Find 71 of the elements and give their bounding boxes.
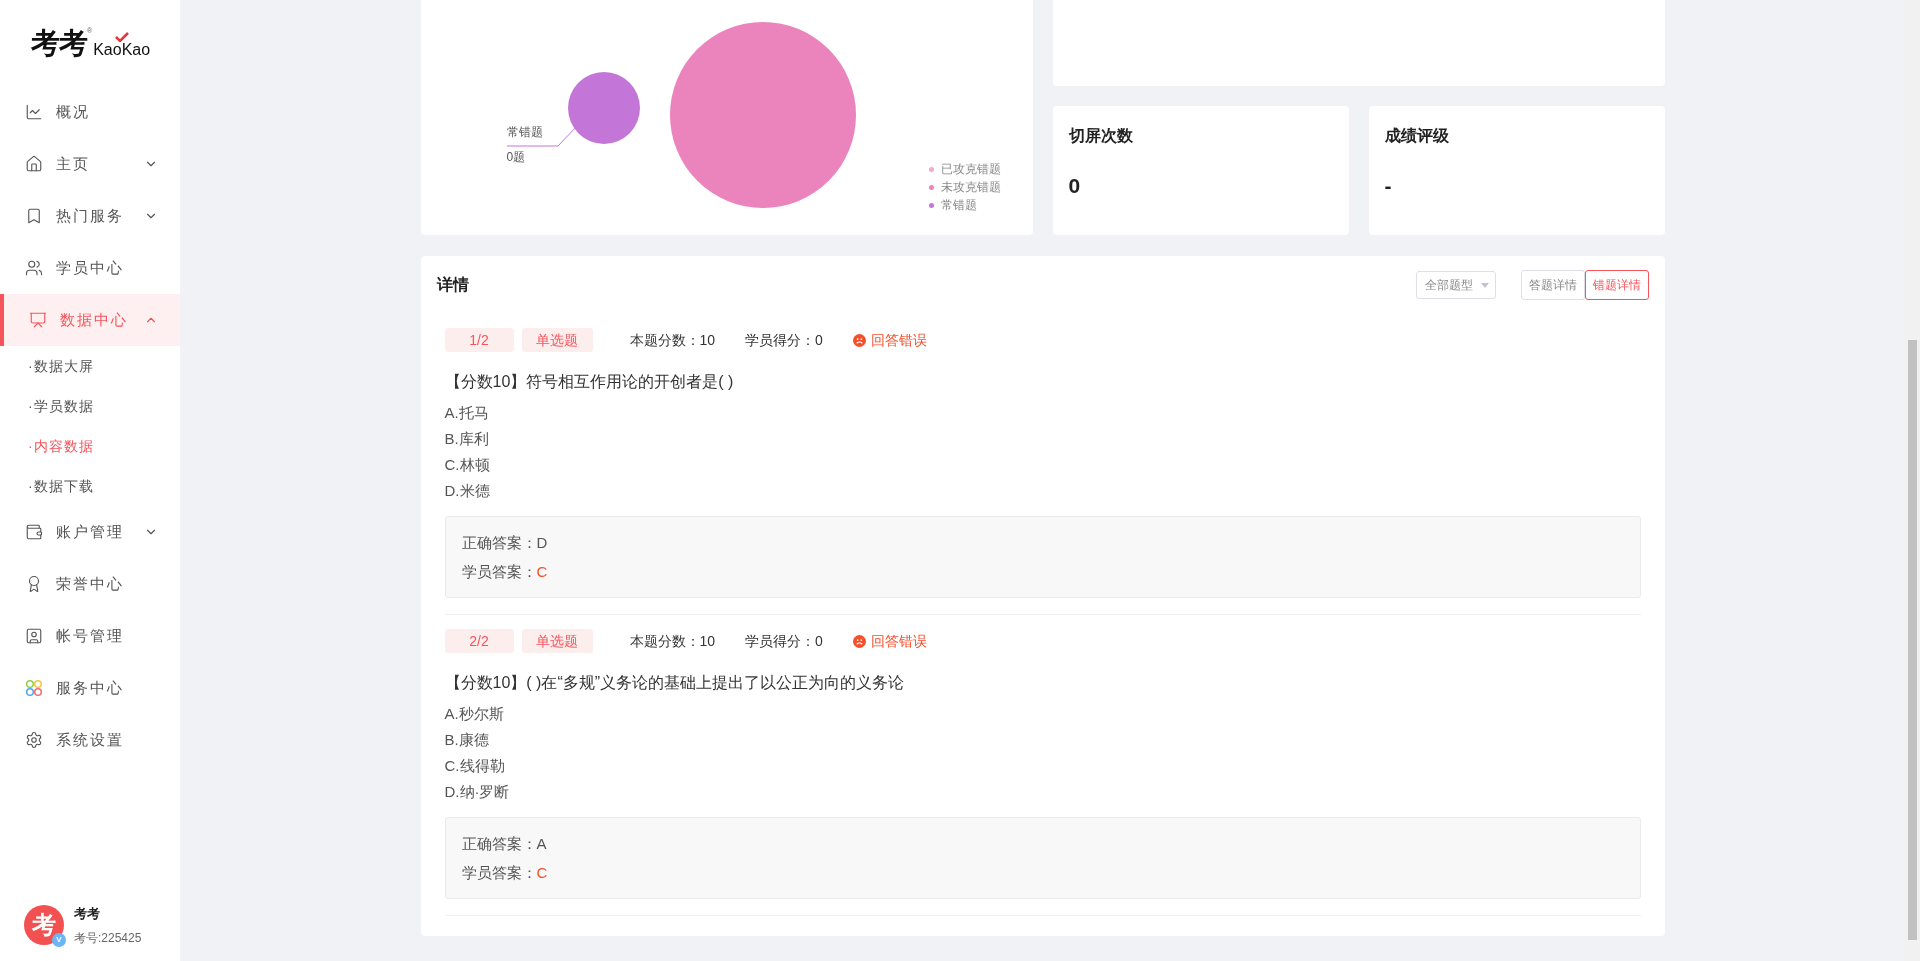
answer-option: D.米德 (444, 478, 490, 504)
sidebar-item[interactable]: 热门服务 (0, 190, 180, 242)
dropdown-caret-icon (1480, 282, 1489, 288)
correct-answer: A (536, 834, 547, 854)
answer-option: B.康德 (444, 727, 489, 753)
question-type-tag: 单选题 (521, 629, 593, 653)
correct-answer-label: 正确答案： (461, 533, 537, 553)
logo-text: 考考 (31, 28, 87, 58)
submenu-item[interactable]: ·数据大屏 (0, 346, 180, 386)
id-card-icon (25, 627, 43, 645)
question-type-tag: 单选题 (521, 328, 593, 352)
bubble-label: 常错题 (506, 126, 543, 138)
submenu-item[interactable]: ·数据下载 (0, 466, 180, 506)
answer-option: B.库利 (444, 426, 489, 452)
panel-title: 详情 (436, 275, 469, 295)
view-tab[interactable]: 答题详情 (1520, 270, 1585, 300)
sidebar-item[interactable]: 账户管理 (0, 506, 180, 558)
question-number-tag: 1/2 (444, 328, 514, 352)
student-answer-label: 学员答案： (461, 562, 537, 582)
question-text: 【分数10】符号相互作用论的开创者是( ) (444, 372, 735, 392)
student-answer-label: 学员答案： (461, 863, 537, 883)
circles-icon (25, 679, 43, 697)
legend-label: 已攻克错题 (940, 163, 1001, 175)
wallet-icon (25, 523, 43, 541)
frown-icon (852, 333, 866, 347)
frown-icon (852, 634, 866, 648)
question-type-select[interactable]: 全部题型 (1415, 271, 1496, 299)
check-icon (114, 32, 129, 42)
chart-icon (25, 103, 43, 121)
answer-option: D.纳·罗断 (444, 779, 510, 805)
sidebar-item[interactable]: 荣誉中心 (0, 558, 180, 610)
user-name: 考考 (74, 904, 101, 923)
stat-value: - (1384, 173, 1392, 199)
home-icon (25, 155, 43, 173)
legend-label: 未攻克错题 (940, 181, 1001, 193)
question-score: 本题分数：10 (629, 330, 716, 350)
sidebar-item[interactable]: 服务中心 (0, 662, 180, 714)
question-text: 【分数10】( )在“多规”义务论的基础上提出了以公正为向的义务论 (444, 673, 906, 693)
legend-label: 常错题 (940, 199, 977, 211)
student-score: 学员得分：0 (745, 631, 823, 651)
settings-icon (25, 731, 43, 749)
bubble-value: 0题 (506, 151, 526, 163)
sidebar-item[interactable]: 概况 (0, 86, 180, 138)
answer-option: A.秒尔斯 (444, 701, 504, 727)
student-answer: C (536, 562, 548, 582)
correct-answer-label: 正确答案： (461, 834, 537, 854)
answer-status: 回答错误 (870, 631, 927, 651)
student-score: 学员得分：0 (745, 330, 823, 350)
scrollbar-thumb[interactable] (1908, 340, 1917, 940)
presentation-icon (29, 311, 47, 329)
submenu-item[interactable]: ·学员数据 (0, 386, 180, 426)
question-score: 本题分数：10 (629, 631, 716, 651)
student-answer: C (536, 863, 548, 883)
sidebar-item[interactable]: 帐号管理 (0, 610, 180, 662)
logo-wordmark: KaoKao (93, 42, 151, 58)
sidebar-item[interactable]: 系统设置 (0, 714, 180, 766)
correct-answer: D (536, 533, 548, 553)
bookmark-icon (25, 207, 43, 225)
user-id: 考号:225425 (74, 930, 142, 947)
users-icon (25, 259, 43, 277)
answer-option: A.托马 (444, 400, 489, 426)
sidebar-item[interactable]: 主页 (0, 138, 180, 190)
question-number-tag: 2/2 (444, 629, 514, 653)
answer-option: C.线得勒 (444, 753, 505, 779)
vip-badge: V (52, 933, 66, 948)
sidebar-item[interactable]: 学员中心 (0, 242, 180, 294)
stat-title: 切屏次数 (1068, 126, 1133, 146)
stat-value: 0 (1068, 173, 1081, 199)
answer-option: C.林顿 (444, 452, 490, 478)
answer-status: 回答错误 (870, 330, 927, 350)
stat-title: 成绩评级 (1384, 126, 1449, 146)
